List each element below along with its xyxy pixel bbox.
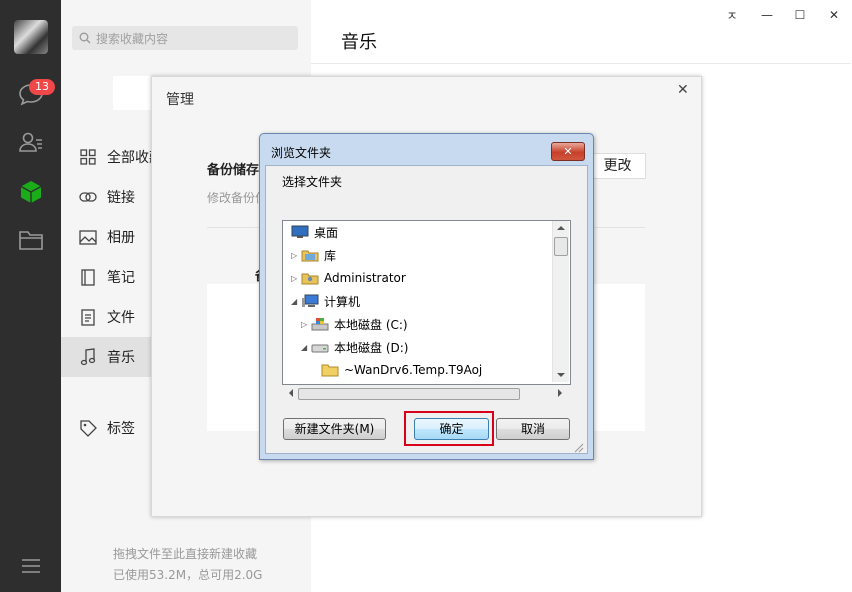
tree-vertical-scroll-thumb[interactable] xyxy=(554,237,568,256)
tree-horizontal-scroll-thumb[interactable] xyxy=(298,388,520,400)
backup-storage-description: 修改备份位 xyxy=(207,191,268,205)
tree-item-temp-folder[interactable]: ~WanDrv6.Temp.T9Aoj xyxy=(321,360,482,380)
resize-grip-icon[interactable] xyxy=(572,441,584,453)
search-icon xyxy=(79,32,91,44)
folder-icon[interactable] xyxy=(15,224,47,256)
folder-tree[interactable]: 桌面 ▷ 库 ▷ Administrator ◢ 计算机 ▷ 本地磁盘 (C:)… xyxy=(282,220,571,385)
contacts-icon[interactable] xyxy=(15,126,47,158)
expand-arrow-icon[interactable]: ▷ xyxy=(301,320,311,329)
link-icon xyxy=(78,187,98,207)
minimize-button[interactable]: — xyxy=(754,5,780,25)
tree-item-drive-d[interactable]: ◢ 本地磁盘 (D:) xyxy=(301,337,408,357)
avatar[interactable] xyxy=(14,20,48,54)
tree-item-label: 桌面 xyxy=(314,225,339,240)
tree-item-label: Administrator xyxy=(324,271,406,285)
note-icon xyxy=(78,267,98,287)
browse-dialog-title: 浏览文件夹 xyxy=(271,146,332,160)
computer-icon xyxy=(301,294,319,308)
new-folder-button[interactable]: 新建文件夹(M) xyxy=(283,418,386,440)
tree-item-administrator[interactable]: ▷ Administrator xyxy=(291,268,406,288)
drag-hint: 拖拽文件至此直接新建收藏 xyxy=(113,547,258,561)
close-button[interactable]: ✕ xyxy=(821,5,847,25)
category-label: 笔记 xyxy=(107,270,135,286)
category-label: 标签 xyxy=(107,421,135,437)
maximize-button[interactable]: ☐ xyxy=(787,5,813,25)
storage-usage: 已使用53.2M，总可用2.0G xyxy=(113,568,263,582)
collapse-arrow-icon[interactable]: ◢ xyxy=(291,297,301,306)
scroll-left-icon[interactable] xyxy=(288,389,294,397)
category-label: 链接 xyxy=(107,190,135,206)
tree-item-label: 库 xyxy=(324,248,337,263)
drive-icon xyxy=(311,340,329,354)
category-label: 文件 xyxy=(107,310,135,326)
browse-dialog-subtitle: 选择文件夹 xyxy=(282,175,343,189)
expand-arrow-icon[interactable]: ▷ xyxy=(291,274,301,283)
scroll-right-icon[interactable] xyxy=(557,389,563,397)
file-icon xyxy=(78,307,98,327)
expand-arrow-icon[interactable]: ▷ xyxy=(291,251,301,260)
tag-icon xyxy=(78,418,98,438)
page-title: 音乐 xyxy=(341,32,377,53)
image-icon xyxy=(78,227,98,247)
tree-item-computer[interactable]: ◢ 计算机 xyxy=(291,291,360,311)
user-folder-icon xyxy=(301,271,319,285)
search-input[interactable]: 搜索收藏内容 xyxy=(72,26,298,50)
search-placeholder: 搜索收藏内容 xyxy=(96,32,169,46)
folder-icon xyxy=(321,363,339,377)
favorites-cube-icon[interactable] xyxy=(15,176,47,208)
tree-item-label: 计算机 xyxy=(324,294,361,309)
header-divider xyxy=(311,63,851,64)
unread-badge: 13 xyxy=(29,79,55,95)
change-location-button[interactable]: 更改 xyxy=(589,153,646,179)
tree-item-label: ~WanDrv6.Temp.T9Aoj xyxy=(344,363,483,377)
windows-drive-icon xyxy=(311,317,329,331)
tree-item-label: 本地磁盘 (D:) xyxy=(334,340,409,355)
pin-button[interactable]: ㅈ xyxy=(719,5,745,25)
manage-dialog-title: 管理 xyxy=(166,92,194,108)
tree-item-drive-c[interactable]: ▷ 本地磁盘 (C:) xyxy=(301,314,408,334)
highlight-box xyxy=(404,411,494,446)
scroll-down-icon[interactable] xyxy=(557,372,565,378)
manage-close-icon[interactable]: ✕ xyxy=(677,82,689,98)
collapse-arrow-icon[interactable]: ◢ xyxy=(301,343,311,352)
tree-item-label: 本地磁盘 (C:) xyxy=(334,317,408,332)
tree-item-desktop[interactable]: 桌面 xyxy=(291,222,338,242)
category-label: 相册 xyxy=(107,230,135,246)
cancel-button[interactable]: 取消 xyxy=(496,418,570,440)
scroll-up-icon[interactable] xyxy=(557,225,565,231)
category-label: 音乐 xyxy=(107,350,135,366)
library-icon xyxy=(301,248,319,262)
desktop-icon xyxy=(291,225,309,239)
tree-item-library[interactable]: ▷ 库 xyxy=(291,245,336,265)
menu-icon[interactable] xyxy=(15,550,47,582)
backup-storage-label: 备份储存 xyxy=(207,163,260,178)
grid-icon xyxy=(78,147,98,167)
browse-close-button[interactable]: ✕ xyxy=(551,142,585,161)
music-icon xyxy=(78,347,98,367)
